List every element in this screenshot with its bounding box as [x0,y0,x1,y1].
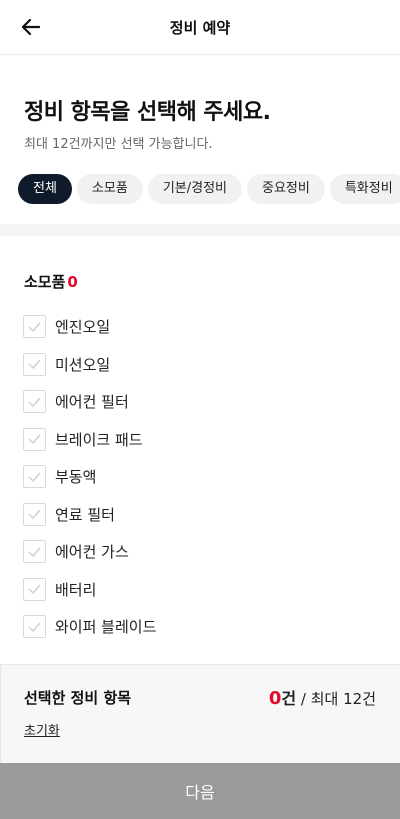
check-icon [28,472,41,482]
app-header: 정비 예약 [0,0,400,55]
max-count-text: / 최대 12건 [300,690,376,708]
list-item[interactable]: 배터리 [23,571,383,609]
tab-major-maintenance[interactable]: 중요정비 [247,174,325,204]
item-label: 연료 필터 [55,505,115,524]
page-title: 정비 예약 [169,19,231,37]
selection-summary-panel: 선택한 정비 항목 0건 / 최대 12건 초기화 [0,664,400,764]
item-list: 엔진오일 미션오일 에어컨 필터 브레이크 패드 부동액 연료 필터 에어컨 가… [23,308,383,646]
tab-consumables[interactable]: 소모품 [76,174,143,204]
tab-all[interactable]: 전체 [18,174,72,204]
list-item[interactable]: 에어컨 가스 [23,533,383,571]
list-item[interactable]: 부동액 [23,458,383,496]
check-icon [28,547,41,557]
tab-basic-maintenance[interactable]: 기본/경정비 [147,174,242,204]
selected-count: 0건 / 최대 12건 [269,685,376,709]
check-icon [28,322,41,332]
checkbox[interactable] [23,577,46,601]
item-label: 부동액 [55,468,97,487]
next-button[interactable]: 다음 [0,763,400,819]
checkbox[interactable] [23,315,46,339]
section-title-label: 소모품 [24,273,66,291]
section-title: 소모품 0 [24,271,78,292]
checkbox[interactable] [23,390,46,414]
list-item[interactable]: 에어컨 필터 [23,383,383,421]
check-icon [28,584,41,595]
list-item[interactable]: 와이퍼 블레이드 [23,608,383,646]
headline: 정비 항목을 선택해 주세요. [24,100,271,125]
next-button-label: 다음 [185,783,215,802]
item-label: 배터리 [55,580,97,599]
checkbox[interactable] [23,540,46,564]
list-item[interactable]: 엔진오일 [23,308,383,346]
list-item[interactable]: 브레이크 패드 [23,421,383,459]
selected-count-unit: 건 [281,689,297,708]
selected-count-number: 0 [268,688,282,709]
item-label: 미션오일 [55,355,111,374]
section-count: 0 [67,273,78,291]
checkbox[interactable] [23,615,46,639]
item-label: 엔진오일 [55,318,111,337]
item-label: 브레이크 패드 [55,430,143,449]
item-label: 와이퍼 블레이드 [55,618,157,637]
section-divider [0,224,400,236]
checkbox[interactable] [23,352,46,376]
checkbox[interactable] [23,502,46,526]
check-icon [28,434,41,445]
selection-limit-text: 최대 12건까지만 선택 가능합니다. [24,137,213,152]
item-label: 에어컨 가스 [55,543,129,562]
summary-title: 선택한 정비 항목 [24,689,132,707]
list-item[interactable]: 미션오일 [23,346,383,384]
check-icon [28,509,41,520]
check-icon [28,622,41,632]
category-tabs: 전체 소모품 기본/경정비 중요정비 특화정비 [18,174,400,204]
checkbox[interactable] [23,427,46,451]
tab-special-maintenance[interactable]: 특화정비 [329,174,400,204]
item-label: 에어컨 필터 [55,393,129,412]
check-icon [28,397,41,407]
reset-link[interactable]: 초기화 [24,720,60,739]
check-icon [28,359,41,370]
list-item[interactable]: 연료 필터 [23,496,383,534]
checkbox[interactable] [23,465,46,489]
